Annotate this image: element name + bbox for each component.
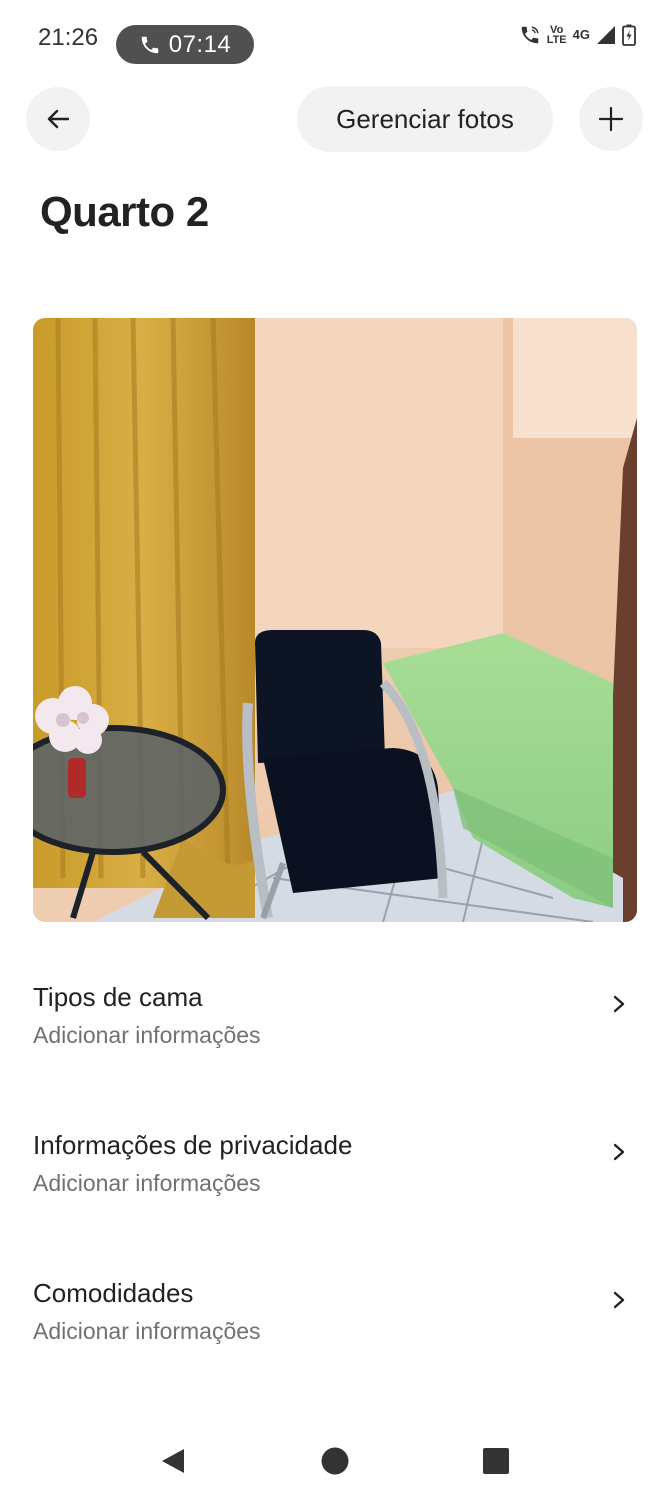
back-triangle-icon[interactable] [158, 1446, 188, 1476]
recents-square-icon[interactable] [481, 1446, 511, 1476]
call-duration: 07:14 [168, 30, 232, 58]
ongoing-call-chip[interactable]: 07:14 [116, 25, 254, 64]
screen: 21:26 07:14 Vo LTE 4G Gerenciar fotos Qu… [0, 0, 670, 1500]
volte-indicator: Vo LTE [546, 25, 567, 46]
signal-icon [597, 26, 615, 44]
list-item-privacy-info[interactable]: Informações de privacidade Adicionar inf… [33, 1130, 637, 1220]
status-icons: Vo LTE 4G [519, 24, 636, 46]
list-item-subtitle: Adicionar informações [33, 1318, 261, 1344]
list-item-subtitle: Adicionar informações [33, 1170, 261, 1196]
arrow-left-icon [47, 109, 70, 129]
back-button[interactable] [26, 87, 90, 151]
battery-charging-icon [622, 24, 636, 46]
lte-label: LTE [546, 34, 567, 46]
manage-photos-button[interactable]: Gerenciar fotos [297, 86, 553, 152]
page-title: Quarto 2 [40, 188, 209, 235]
home-circle-icon[interactable] [320, 1446, 350, 1476]
list-item-amenities[interactable]: Comodidades Adicionar informações [33, 1278, 637, 1368]
wifi-call-icon [521, 26, 539, 44]
chevron-right-icon [613, 1143, 625, 1161]
plus-icon [598, 106, 624, 132]
room-photo[interactable] [33, 318, 637, 922]
add-photo-button[interactable] [579, 87, 643, 151]
network-type: 4G [572, 27, 590, 42]
status-bar: 21:26 07:14 Vo LTE 4G [0, 0, 670, 80]
phone-icon [141, 36, 158, 53]
room-photo-illustration [33, 318, 637, 922]
system-nav-bar [0, 1420, 670, 1500]
list-item-subtitle: Adicionar informações [33, 1022, 261, 1048]
list-item-title: Comodidades [33, 1278, 194, 1308]
chevron-right-icon [613, 1291, 625, 1309]
list-item-title: Informações de privacidade [33, 1130, 353, 1160]
list-item-title: Tipos de cama [33, 982, 203, 1012]
chevron-right-icon [613, 995, 625, 1013]
list-item-bed-types[interactable]: Tipos de cama Adicionar informações [33, 982, 637, 1072]
status-time: 21:26 [38, 24, 99, 51]
